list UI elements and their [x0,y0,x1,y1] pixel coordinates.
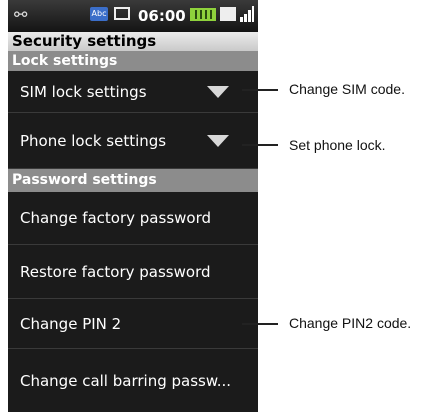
restore-factory-password-label: Restore factory password [20,262,211,281]
dropdown-arrow-icon[interactable] [207,135,229,147]
dropdown-arrow-icon[interactable] [207,86,229,98]
change-factory-password-item[interactable]: Change factory password [8,192,258,245]
callout-line-sim [242,89,278,91]
page-title: Security settings [8,32,258,51]
change-pin2-label: Change PIN 2 [20,314,122,333]
battery-icon [190,8,216,21]
callout-line-phone [242,144,278,146]
status-bar: ⚯ Abc 06:00 [8,0,258,32]
change-call-barring-label: Change call barring passw... [20,371,232,390]
callout-line-pin2 [242,323,278,325]
phone-lock-settings-item[interactable]: Phone lock settings [8,113,258,169]
status-time: 06:00 [138,7,186,25]
abc-icon: Abc [90,7,108,21]
section-header-lock: Lock settings [8,51,258,71]
sim-lock-settings-label: SIM lock settings [20,82,147,101]
section-header-password: Password settings [8,169,258,192]
change-pin2-item[interactable]: Change PIN 2 [8,299,258,349]
callout-pin2: Change PIN2 code. [289,315,412,331]
callout-phone: Set phone lock. [289,137,386,153]
phone-lock-settings-label: Phone lock settings [20,131,167,150]
change-call-barring-item[interactable]: Change call barring passw... [8,349,258,412]
change-factory-password-label: Change factory password [20,209,212,227]
callout-sim: Change SIM code. [289,81,405,97]
sim-lock-settings-item[interactable]: SIM lock settings [8,71,258,113]
phone-screen: ⚯ Abc 06:00 Security settings Lock setti… [8,0,258,412]
mail-icon [220,7,236,21]
usb-icon: ⚯ [14,5,28,24]
signal-icon [240,6,254,22]
sms-icon [114,7,130,20]
restore-factory-password-item[interactable]: Restore factory password [8,245,258,299]
